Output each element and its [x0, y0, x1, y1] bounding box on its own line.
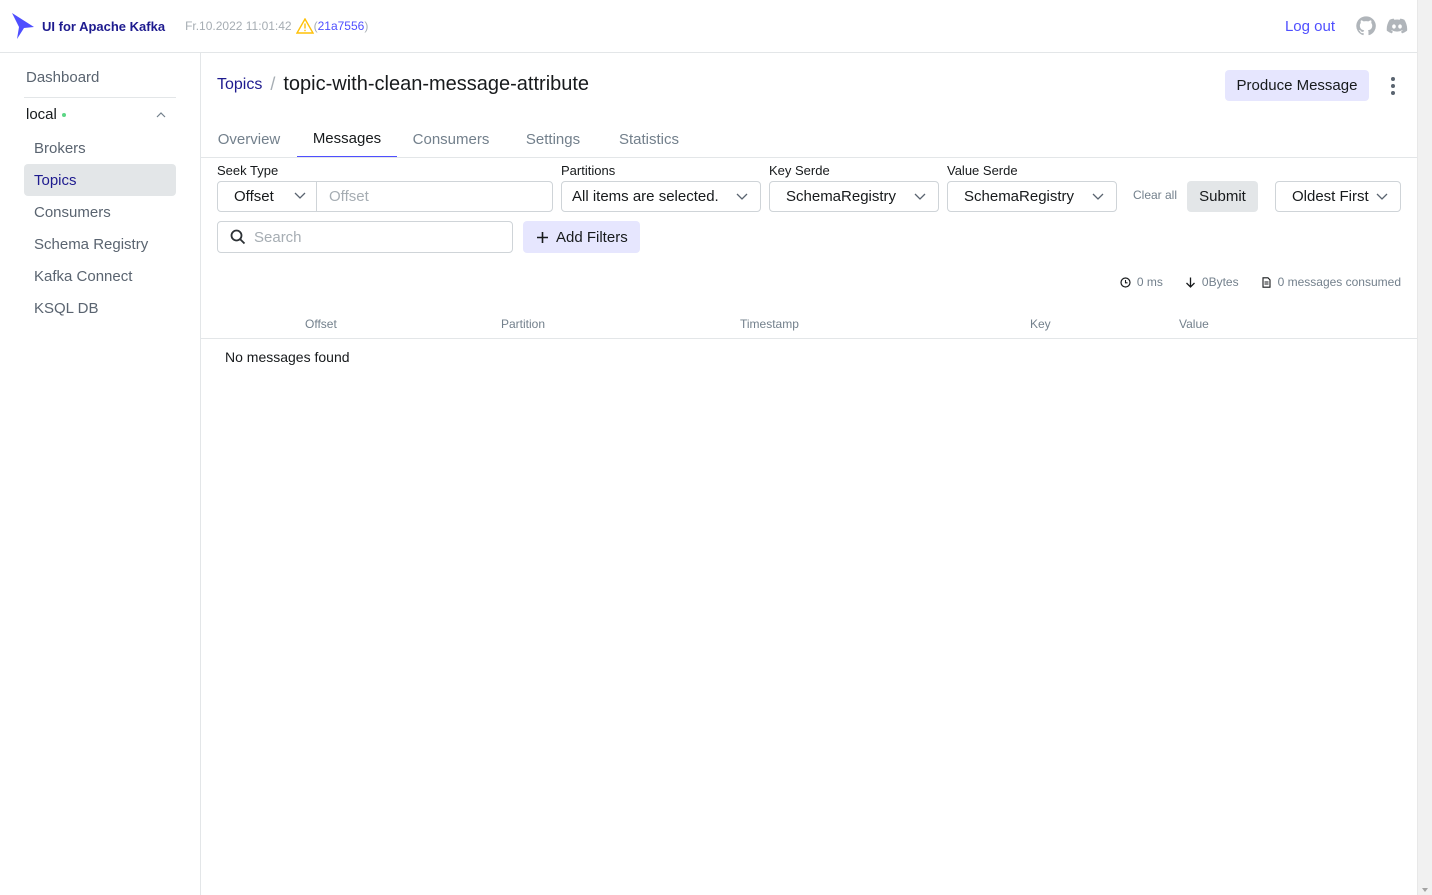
- sidebar-item-label: Topics: [34, 171, 77, 189]
- cluster-online-dot: [61, 112, 66, 117]
- sidebar-item-brokers[interactable]: Brokers: [24, 132, 176, 164]
- logout-link[interactable]: Log out: [1285, 18, 1335, 35]
- messages-table-header: Offset Partition Timestamp Key Value: [201, 313, 1417, 339]
- tab-overview[interactable]: Overview: [201, 121, 297, 157]
- breadcrumb-separator: /: [270, 74, 276, 94]
- sidebar: Dashboard local Brokers Topics Consumers…: [0, 53, 201, 895]
- search-input[interactable]: [254, 228, 512, 246]
- arrow-down-icon: [1185, 277, 1195, 288]
- tab-consumers[interactable]: Consumers: [397, 121, 505, 157]
- column-key[interactable]: Key: [1030, 317, 1051, 331]
- consumption-stats: 0 ms 0Bytes 0 messages consumed: [1098, 275, 1401, 289]
- page-title: topic-with-clean-message-attribute: [283, 73, 590, 95]
- bytes-value: 0Bytes: [1201, 275, 1239, 289]
- offset-input[interactable]: [317, 182, 552, 211]
- column-timestamp[interactable]: Timestamp: [740, 317, 799, 331]
- chevron-down-icon: [914, 193, 926, 200]
- sidebar-item-label: Schema Registry: [34, 235, 149, 253]
- elapsed-stat: 0 ms: [1120, 275, 1163, 289]
- key-serde-value: SchemaRegistry: [786, 188, 897, 205]
- build-date: Fr.10.2022 11:01:42: [185, 19, 292, 33]
- value-serde-value: SchemaRegistry: [964, 188, 1075, 205]
- partitions-select[interactable]: All items are selected.: [561, 181, 761, 212]
- top-navbar: UI for Apache Kafka Fr.10.2022 11:01:42 …: [0, 0, 1417, 53]
- sidebar-cluster-local[interactable]: local: [26, 106, 176, 123]
- sidebar-divider: [24, 97, 176, 98]
- seek-type-label: Seek Type: [217, 163, 279, 178]
- document-icon: [1262, 276, 1271, 288]
- scroll-down-arrow-icon[interactable]: [1422, 888, 1428, 892]
- cluster-name: local: [26, 106, 57, 123]
- commit-hash-link[interactable]: 21a7556: [318, 19, 365, 33]
- elapsed-value: 0 ms: [1136, 275, 1163, 289]
- discord-icon[interactable]: [1386, 15, 1408, 37]
- search-icon: [230, 229, 246, 245]
- topic-tabs: Overview Messages Consumers Settings Sta…: [201, 121, 1417, 158]
- github-icon[interactable]: [1355, 15, 1377, 37]
- build-info: Fr.10.2022 11:01:42 (21a7556): [185, 18, 368, 34]
- sidebar-item-label: Brokers: [34, 139, 86, 157]
- consumed-stat: 0 messages consumed: [1261, 275, 1401, 289]
- brand-name: UI for Apache Kafka: [42, 18, 166, 34]
- tab-settings[interactable]: Settings: [505, 121, 601, 157]
- brand[interactable]: UI for Apache Kafka: [10, 11, 165, 41]
- add-filters-button[interactable]: Add Filters: [523, 221, 640, 253]
- value-serde-label: Value Serde: [947, 163, 1018, 178]
- add-filters-label: Add Filters: [556, 228, 628, 246]
- commit-paren-close: ): [364, 19, 369, 33]
- column-offset[interactable]: Offset: [305, 317, 337, 331]
- sidebar-item-schema-registry[interactable]: Schema Registry: [24, 228, 176, 260]
- consumed-value: 0 messages consumed: [1277, 275, 1401, 289]
- tab-messages[interactable]: Messages: [297, 121, 397, 157]
- key-serde-select[interactable]: SchemaRegistry: [769, 181, 939, 212]
- sidebar-item-ksql-db[interactable]: KSQL DB: [24, 292, 176, 324]
- warning-icon: [295, 18, 314, 34]
- sort-order-select[interactable]: Oldest First: [1275, 181, 1401, 212]
- key-serde-label: Key Serde: [769, 163, 830, 178]
- sidebar-item-consumers[interactable]: Consumers: [24, 196, 176, 228]
- sidebar-item-label: Consumers: [34, 203, 111, 221]
- sidebar-item-kafka-connect[interactable]: Kafka Connect: [24, 260, 176, 292]
- chevron-down-icon: [294, 192, 306, 199]
- main-content: Topics / topic-with-clean-message-attrib…: [201, 53, 1417, 895]
- value-serde-select[interactable]: SchemaRegistry: [947, 181, 1117, 212]
- submit-button[interactable]: Submit: [1187, 181, 1258, 212]
- breadcrumb-topics-link[interactable]: Topics: [217, 76, 262, 94]
- chevron-up-icon[interactable]: [156, 111, 166, 118]
- sort-order-value: Oldest First: [1292, 188, 1369, 205]
- chevron-down-icon: [1092, 193, 1104, 200]
- tab-statistics[interactable]: Statistics: [601, 121, 697, 157]
- sidebar-item-dashboard[interactable]: Dashboard: [26, 69, 99, 86]
- empty-state-message: No messages found: [225, 349, 350, 365]
- chevron-down-icon: [1376, 193, 1388, 200]
- plus-icon: [537, 231, 548, 243]
- partitions-value: All items are selected.: [572, 188, 719, 205]
- sidebar-item-topics[interactable]: Topics: [24, 164, 176, 196]
- column-value[interactable]: Value: [1179, 317, 1209, 331]
- clear-all-button[interactable]: Clear all: [1133, 188, 1177, 202]
- kafka-logo-icon: [12, 13, 34, 39]
- sidebar-item-label: KSQL DB: [34, 299, 99, 317]
- column-partition[interactable]: Partition: [501, 317, 545, 331]
- seek-type-value: Offset: [234, 188, 274, 205]
- clock-icon: [1120, 276, 1131, 288]
- chevron-down-icon: [736, 193, 748, 200]
- search-box: [217, 221, 513, 253]
- produce-message-button[interactable]: Produce Message: [1225, 70, 1369, 101]
- sidebar-item-label: Kafka Connect: [34, 267, 133, 285]
- seek-type-select[interactable]: Offset: [218, 182, 317, 211]
- breadcrumb: Topics / topic-with-clean-message-attrib…: [217, 73, 589, 96]
- page-scrollbar[interactable]: [1417, 0, 1432, 895]
- more-options-icon[interactable]: [1383, 75, 1403, 97]
- seek-type-group: Offset: [217, 181, 553, 212]
- bytes-stat: 0Bytes: [1185, 275, 1239, 289]
- partitions-label: Partitions: [561, 163, 616, 178]
